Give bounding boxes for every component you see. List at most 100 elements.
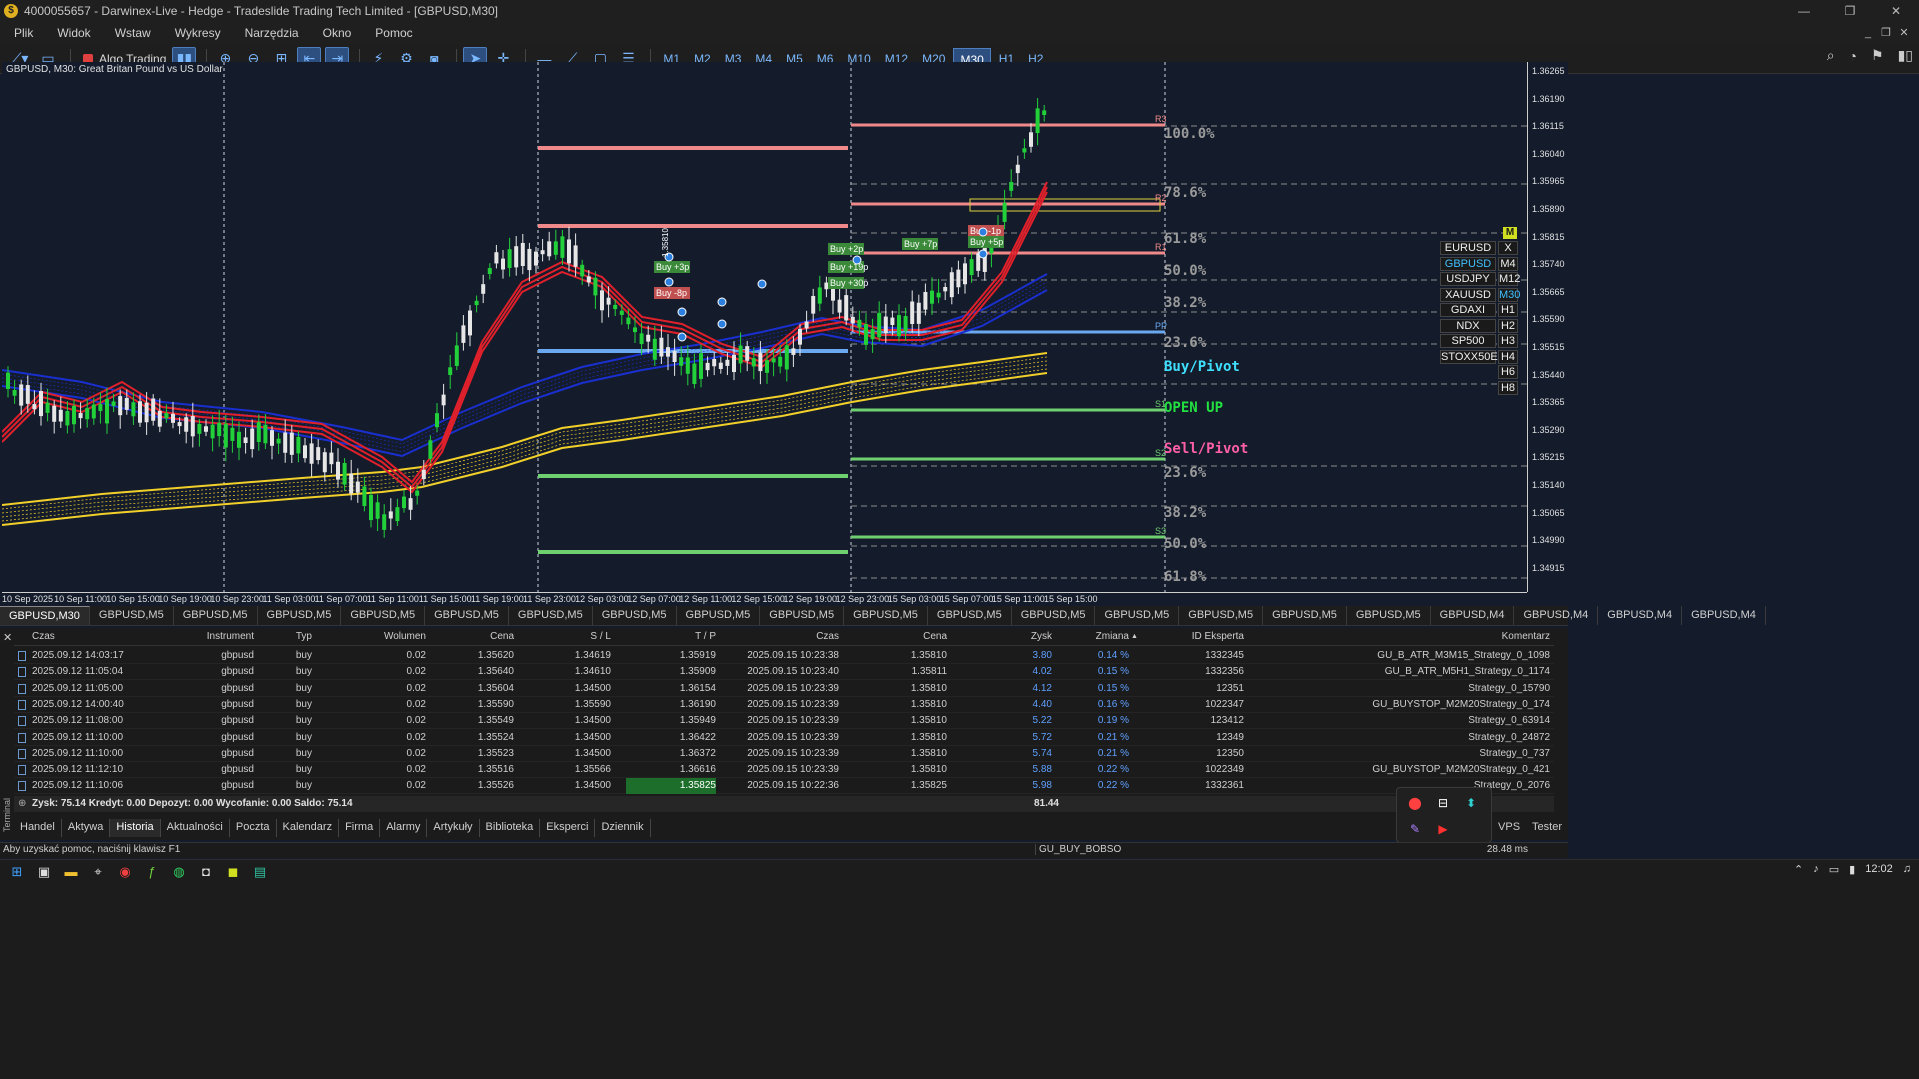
menu-wykresy[interactable]: Wykresy [175, 26, 221, 40]
time-axis[interactable]: 10 Sep 2025 10 Sep 11:00 10 Sep 15:00 10 Se… [2, 592, 1527, 606]
column-header[interactable]: Komentarz [1250, 628, 1550, 646]
restore-button[interactable]: ❐ [1827, 0, 1873, 22]
minimize-button[interactable]: — [1781, 0, 1827, 22]
task-view-icon[interactable]: ▣ [31, 862, 57, 882]
panel-timeframe-h8[interactable]: H8 [1498, 380, 1518, 395]
column-header[interactable]: Wolumen [326, 628, 426, 646]
mdi-close-button[interactable]: ✕ [1895, 22, 1913, 44]
toolbox-tab[interactable]: Eksperci [540, 819, 596, 837]
toolbox-close-icon[interactable]: ✕ [3, 631, 12, 644]
toolbox-tab[interactable]: Firma [339, 819, 381, 837]
column-header[interactable]: Cena [852, 628, 947, 646]
whatsapp-icon[interactable]: ◍ [166, 862, 192, 882]
record-icon[interactable]: ⬤ [1405, 793, 1425, 813]
chrome-icon[interactable]: ◉ [112, 862, 138, 882]
symbol-button-gdaxi[interactable]: GDAXI [1440, 303, 1496, 317]
panel-timeframe-m30[interactable]: M30 [1498, 287, 1520, 302]
tester-button[interactable]: Tester [1532, 821, 1562, 833]
network-icon[interactable]: ▭ [1829, 863, 1839, 876]
table-row[interactable]: 2025.09.12 11:10:06 gbpusd buy 0.02 1.35526 1… [14, 778, 1554, 795]
menu-widok[interactable]: Widok [57, 26, 90, 40]
chart-tab[interactable]: GBPUSD,M30 [0, 606, 90, 625]
chart-tab[interactable]: GBPUSD,M4 [1514, 606, 1599, 625]
vps-button[interactable]: VPS [1498, 821, 1520, 833]
table-row[interactable]: 2025.09.12 11:08:00 gbpusd buy 0.02 1.35549 1… [14, 713, 1554, 730]
chart-tab[interactable]: GBPUSD,M4 [1598, 606, 1683, 625]
panel-timeframe-h3[interactable]: H3 [1498, 334, 1518, 348]
table-row[interactable]: 2025.09.12 11:12:10 gbpusd buy 0.02 1.35516 1… [14, 762, 1554, 779]
chart-tab[interactable]: GBPUSD,M5 [1012, 606, 1096, 625]
menu-narzedzia[interactable]: Narzędzia [245, 26, 299, 40]
start-icon[interactable]: ⊞ [4, 862, 30, 882]
symbol-button-gbpusd[interactable]: GBPUSD [1440, 256, 1496, 271]
toolbox-tab[interactable]: Handel [14, 819, 62, 837]
chart-tab[interactable]: GBPUSD,M5 [1263, 606, 1347, 625]
panel-timeframe-m12[interactable]: M12 [1498, 272, 1520, 286]
toolbox-tab[interactable]: Artykuły [427, 819, 480, 837]
video-icon[interactable]: ▶ [1433, 819, 1453, 839]
maps-icon[interactable]: ⌖ [85, 862, 111, 882]
panel-timeframe-h1[interactable]: H1 [1498, 303, 1518, 317]
table-row[interactable]: 2025.09.12 14:03:17 gbpusd buy 0.02 1.35620 1… [14, 648, 1554, 664]
column-header[interactable]: ID Eksperta [1154, 628, 1244, 646]
menu-pomoc[interactable]: Pomoc [375, 26, 412, 40]
battery-icon[interactable]: ▮ [1849, 863, 1855, 876]
chart-tab[interactable]: GBPUSD,M5 [509, 606, 593, 625]
price-axis[interactable]: 1.36265 1.36190 1.36115 1.36040 1.35965 1.358… [1527, 62, 1568, 592]
symbol-panel-close-button[interactable]: X [1498, 241, 1518, 255]
column-header[interactable]: Zysk [962, 628, 1052, 646]
toolbox-tab[interactable]: Dziennik [595, 819, 651, 837]
chart-tab[interactable]: GBPUSD,M5 [174, 606, 258, 625]
toolbox-tab[interactable]: Biblioteka [480, 819, 541, 837]
chart-tab[interactable]: GBPUSD,M5 [593, 606, 677, 625]
metatrader-icon[interactable]: ◼ [220, 862, 246, 882]
terminal-app-icon[interactable]: ◘ [193, 862, 219, 882]
pen-icon[interactable]: ✎ [1405, 819, 1425, 839]
chart-tab[interactable]: GBPUSD,M5 [341, 606, 426, 625]
column-header[interactable]: Czas [32, 628, 152, 646]
chart-tab[interactable]: GBPUSD,M5 [928, 606, 1012, 625]
toolbox-tab[interactable]: Poczta [230, 819, 277, 837]
chart-tab[interactable]: GBPUSD,M5 [258, 606, 342, 625]
toolbox-tab[interactable]: Aktualności [161, 819, 230, 837]
column-header[interactable]: Instrument [164, 628, 254, 646]
symbol-button-usdjpy[interactable]: USDJPY [1440, 272, 1496, 286]
file-explorer-icon[interactable]: ▬ [58, 862, 84, 882]
symbol-button-eurusd[interactable]: EURUSD [1440, 241, 1496, 255]
trading-app-icon[interactable]: ▤ [247, 862, 273, 882]
chart-tab[interactable]: GBPUSD,M5 [1179, 606, 1264, 625]
panel-timeframe-h6[interactable]: H6 [1498, 365, 1518, 379]
chart-tab[interactable]: GBPUSD,M5 [425, 606, 509, 625]
mdi-restore-button[interactable]: ❐ [1877, 22, 1895, 44]
notification-icon[interactable]: ♫ [1903, 863, 1911, 876]
table-row[interactable]: 2025.09.12 11:05:04 gbpusd buy 0.02 1.35640 1… [14, 664, 1554, 681]
menu-wstaw[interactable]: Wstaw [115, 26, 151, 40]
column-header[interactable]: Zmiana [1059, 628, 1129, 646]
clock[interactable]: 12:02 [1865, 863, 1893, 876]
symbol-button-stoxx50e[interactable]: STOXX50E [1440, 349, 1498, 364]
capture-icon[interactable]: ⊟ [1433, 793, 1453, 813]
mdi-minimize-button[interactable]: _ [1859, 22, 1877, 44]
chart-tab[interactable]: GBPUSD,M5 [844, 606, 928, 625]
column-header[interactable]: Cena [434, 628, 514, 646]
table-row[interactable]: 2025.09.12 11:10:00 gbpusd buy 0.02 1.35523 1… [14, 746, 1554, 762]
panel-timeframe-h4[interactable]: H4 [1498, 349, 1518, 364]
toolbox-tab[interactable]: Historia [110, 819, 161, 837]
column-header[interactable]: S / L [531, 628, 611, 646]
menu-plik[interactable]: Plik [14, 26, 33, 40]
close-button[interactable]: ✕ [1873, 0, 1919, 22]
column-header[interactable]: T / P [626, 628, 716, 646]
chart-tab[interactable]: GBPUSD,M4 [1431, 606, 1515, 625]
signal-icon[interactable]: ⚑ [1871, 47, 1884, 64]
notifications-icon[interactable]: ◔ [1849, 48, 1857, 64]
panel-timeframe-m4[interactable]: M4 [1498, 256, 1518, 271]
symbol-button-xauusd[interactable]: XAUUSD [1440, 287, 1496, 302]
search-icon[interactable]: ⌕ [1827, 47, 1835, 64]
panel-timeframe-h2[interactable]: H2 [1498, 318, 1518, 333]
chart-tab[interactable]: GBPUSD,M5 [677, 606, 761, 625]
expand-icon[interactable]: ⊕ [18, 796, 26, 812]
tray-chevron-icon[interactable]: ⌃ [1794, 863, 1803, 876]
menu-okno[interactable]: Okno [323, 26, 352, 40]
chart-tab[interactable]: GBPUSD,M5 [90, 606, 174, 625]
symbol-button-ndx[interactable]: NDX [1440, 318, 1496, 333]
